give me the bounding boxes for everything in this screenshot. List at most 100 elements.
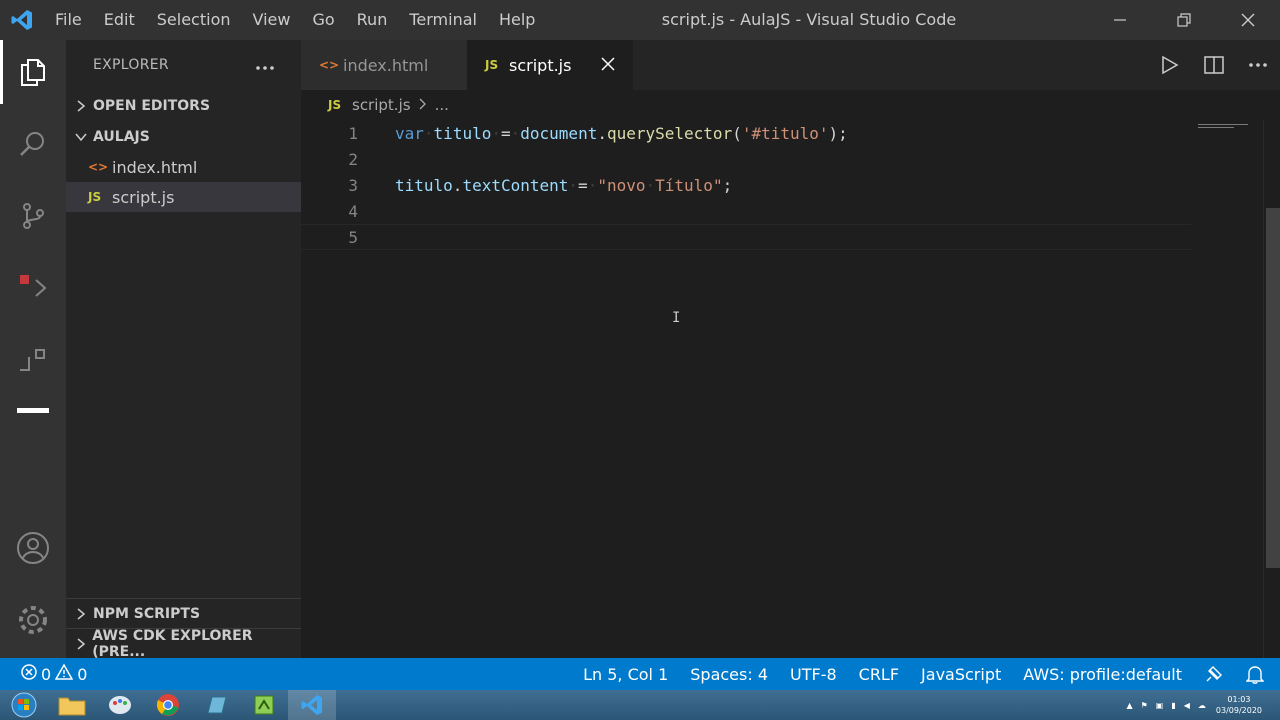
clock-time: 01:03 [1227,695,1251,704]
clock-date: 03/09/2020 [1215,706,1262,715]
clock[interactable]: 01:03 03/09/2020 [1216,694,1262,716]
problems-status[interactable]: 0 0 [0,658,98,690]
run-debug-icon[interactable] [0,258,66,314]
settings-gear-icon[interactable] [0,592,66,648]
file-name: index.html [112,157,198,177]
split-editor-icon[interactable] [1192,40,1236,90]
more-actions-icon[interactable] [255,56,275,75]
chevron-right-icon [72,607,90,620]
js-file-icon: JS [485,58,499,72]
editor-tab-bar: <> index.html JS script.js [301,40,1280,90]
activity-bar [0,40,66,658]
cloud-icon[interactable]: ☁ [1198,701,1206,710]
menu-edit[interactable]: Edit [93,0,146,40]
tab-script-js[interactable]: JS script.js [467,40,633,90]
title-bar: File Edit Selection View Go Run Terminal… [0,0,1280,40]
vertical-scrollbar[interactable] [1263,120,1280,658]
sidebar-title: EXPLORER [93,57,169,73]
tab-label: script.js [509,55,572,75]
cursor-position[interactable]: Ln 5, Col 1 [572,658,679,690]
file-explorer-icon[interactable] [48,690,96,720]
network-icon[interactable]: ▮ [1171,701,1175,710]
indentation[interactable]: Spaces: 4 [679,658,779,690]
warning-icon [54,663,74,685]
scrollbar-thumb[interactable] [1266,208,1280,568]
html-file-icon: <> [88,160,109,174]
window-controls [1088,0,1280,40]
start-button-icon[interactable] [0,690,48,720]
code-line: 1 var·titulo·=·document.querySelector('#… [301,120,1191,146]
file-item-index-html[interactable]: <> index.html [66,152,301,182]
vscode-logo-icon[interactable] [0,0,44,40]
search-icon[interactable] [0,116,66,172]
line-number: 3 [348,175,358,195]
folder-section[interactable]: AULAJS [66,121,301,152]
menu-view[interactable]: View [242,0,302,40]
tab-index-html[interactable]: <> index.html [301,40,467,90]
tray-app-icon[interactable]: ▣ [1156,701,1164,710]
menu-selection[interactable]: Selection [146,0,242,40]
breadcrumb: JS script.js ... [301,90,1201,120]
notepad-plus-plus-icon[interactable] [240,690,288,720]
aws-profile[interactable]: AWS: profile:default [1012,658,1193,690]
section-label: NPM SCRIPTS [93,605,201,622]
npm-scripts-section[interactable]: NPM SCRIPTS [66,598,301,628]
status-right-group: Ln 5, Col 1 Spaces: 4 UTF-8 CRLF JavaScr… [572,658,1280,690]
close-window-icon[interactable] [1216,0,1280,40]
source-control-icon[interactable] [0,188,66,244]
open-editors-section[interactable]: OPEN EDITORS [66,90,301,121]
code-line: 2 [301,146,1191,172]
language-mode[interactable]: JavaScript [910,658,1012,690]
more-actions-icon[interactable] [1236,40,1280,90]
feedback-icon[interactable] [1193,658,1235,690]
windows-taskbar: ▲ ⚑ ▣ ▮ ◀ ☁ 01:03 03/09/2020 [0,690,1280,720]
editor-actions [1148,40,1280,90]
vscode-taskbar-icon[interactable] [288,690,336,720]
minimize-icon[interactable] [1088,0,1152,40]
sidebar-bottom-sections: NPM SCRIPTS AWS CDK EXPLORER (PRE... [66,598,301,660]
breadcrumb-file[interactable]: script.js [352,96,411,114]
file-name: script.js [112,187,175,207]
volume-icon[interactable]: ◀ [1184,701,1190,710]
end-of-line[interactable]: CRLF [848,658,910,690]
encoding[interactable]: UTF-8 [779,658,848,690]
breadcrumb-symbols[interactable]: ... [435,96,449,114]
menu-file[interactable]: File [44,0,93,40]
code-line: 4 [301,198,1191,224]
code-line: 3 titulo.textContent·=·"novo·Título"; [301,172,1191,198]
restore-icon[interactable] [1152,0,1216,40]
account-icon[interactable] [0,520,66,576]
remote-explorer-icon[interactable] [0,390,66,446]
code-text: titulo.textContent·=·"novo·Título"; [395,175,733,195]
current-line: 5 [301,224,1191,250]
line-number: 4 [348,201,358,221]
code-editor[interactable]: 1 var·titulo·=·document.querySelector('#… [301,120,1263,658]
file-item-script-js[interactable]: JS script.js [66,182,301,212]
chevron-down-icon [72,132,90,142]
status-bar: 0 0 Ln 5, Col 1 Spaces: 4 UTF-8 CRLF Jav… [0,658,1280,690]
menu-go[interactable]: Go [301,0,345,40]
run-file-icon[interactable] [1148,40,1192,90]
warning-count: 0 [77,664,88,684]
minimap[interactable] [1196,118,1266,128]
menu-bar: File Edit Selection View Go Run Terminal… [44,0,546,40]
notifications-bell-icon[interactable] [1235,658,1280,690]
show-hidden-icons-icon[interactable]: ▲ [1126,701,1132,710]
menu-run[interactable]: Run [346,0,399,40]
paint-app-icon[interactable] [96,690,144,720]
system-tray: ▲ ⚑ ▣ ▮ ◀ ☁ 01:03 03/09/2020 [1126,690,1280,720]
menu-terminal[interactable]: Terminal [398,0,488,40]
flag-icon[interactable]: ⚑ [1141,701,1148,710]
menu-help[interactable]: Help [488,0,546,40]
close-tab-icon[interactable] [601,56,615,75]
notepad-app-icon[interactable] [192,690,240,720]
section-label: OPEN EDITORS [93,97,211,114]
chrome-icon[interactable] [144,690,192,720]
line-number: 1 [348,123,358,143]
extensions-icon[interactable] [0,332,66,388]
error-count: 0 [41,664,52,684]
section-label: AWS CDK EXPLORER (PRE... [92,627,253,660]
aws-cdk-section[interactable]: AWS CDK EXPLORER (PRE... [66,627,301,660]
js-file-icon: JS [88,190,102,204]
explorer-icon[interactable] [0,44,66,100]
